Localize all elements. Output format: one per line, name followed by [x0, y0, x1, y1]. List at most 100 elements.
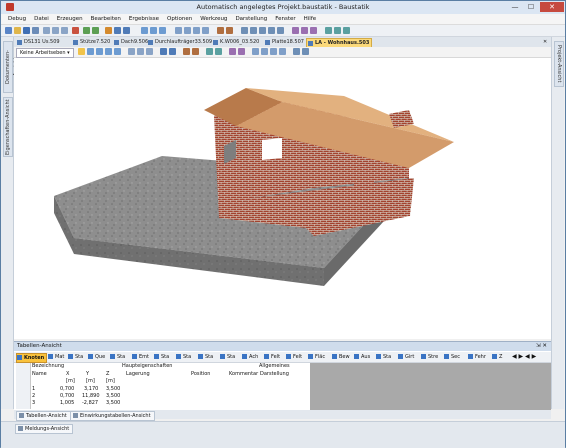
table-tab[interactable]: Ach	[242, 353, 258, 361]
view-side-icon[interactable]	[193, 27, 200, 34]
calculate-icon[interactable]	[105, 27, 112, 34]
table-tab[interactable]: Fehr	[468, 353, 486, 361]
layer-select[interactable]: Keine Arbeitseben ▾	[16, 48, 74, 58]
zoom-window-icon[interactable]	[105, 48, 112, 55]
right-view-icon[interactable]	[279, 48, 286, 55]
orbit-icon[interactable]	[169, 48, 176, 55]
table-tab[interactable]: Fläc	[308, 353, 325, 361]
table-tab[interactable]: Sta	[376, 353, 391, 361]
table-tab[interactable]: Sta	[176, 353, 191, 361]
menu-debug[interactable]: Debug	[4, 14, 30, 24]
copy-icon[interactable]	[52, 27, 59, 34]
table-tab[interactable]: Sta	[110, 353, 125, 361]
menu-darstellung[interactable]: Darstellung	[231, 14, 271, 24]
light-icon[interactable]	[192, 48, 199, 55]
close-button[interactable]: ✕	[540, 2, 564, 12]
cell-y[interactable]: 3,170	[84, 386, 98, 392]
column-header-z[interactable]: Z	[106, 371, 109, 378]
texture-icon[interactable]	[226, 27, 233, 34]
table-tab[interactable]: Bew	[332, 353, 350, 361]
column-header-position[interactable]: Position	[191, 371, 210, 378]
table-tab[interactable]: Aus	[354, 353, 370, 361]
column-header-lagerung[interactable]: Lagerung	[126, 371, 150, 378]
zoom-out-icon[interactable]	[96, 48, 103, 55]
results-icon[interactable]	[114, 27, 121, 34]
cell-x[interactable]: 1,005	[60, 400, 74, 406]
table-tab[interactable]: Mat	[48, 353, 64, 361]
table-tab[interactable]: Felt	[286, 353, 302, 361]
panel-pin-button[interactable]: ⇲ ✕	[536, 342, 547, 351]
wireframe-icon[interactable]	[137, 48, 144, 55]
cell-name[interactable]: 1	[32, 386, 35, 392]
column-header-y[interactable]: Y	[86, 371, 89, 378]
shaded-icon[interactable]	[146, 48, 153, 55]
cell-z[interactable]: 3,500	[106, 400, 120, 406]
view-cube-icon[interactable]	[128, 48, 135, 55]
3d-viewport[interactable]	[14, 58, 551, 339]
coordinate-icon[interactable]	[302, 48, 309, 55]
table-tab[interactable]: Z	[492, 353, 502, 361]
table-tab[interactable]: Stre	[421, 353, 438, 361]
minimize-button[interactable]: —	[507, 2, 523, 12]
grid-icon[interactable]	[301, 27, 308, 34]
column-header-darstellung[interactable]: Darstellung	[260, 371, 289, 378]
menu-werkzeug[interactable]: Werkzeug	[196, 14, 231, 24]
tab-scroll-arrows[interactable]: ◀ ▶ ◀ ▶	[512, 353, 536, 361]
cell-z[interactable]: 3,500	[106, 386, 120, 392]
dimension-icon[interactable]	[238, 48, 245, 55]
load-icon[interactable]	[277, 27, 284, 34]
view-top-icon[interactable]	[175, 27, 182, 34]
menu-hilfe[interactable]: Hilfe	[300, 14, 321, 24]
filter-icon[interactable]	[334, 27, 341, 34]
layer-icon[interactable]	[325, 27, 332, 34]
menu-fenster[interactable]: Fenster	[271, 14, 299, 24]
section-icon[interactable]	[206, 48, 213, 55]
tab-eigenschaften-ansicht[interactable]: Eigenschaften-Ansicht	[3, 97, 13, 157]
zoom-in-icon[interactable]	[87, 48, 94, 55]
table-tab-knoten[interactable]: Knoten	[16, 353, 48, 363]
menu-ergebnisse[interactable]: Ergebnisse	[125, 14, 163, 24]
table-tab[interactable]: Felt	[264, 353, 280, 361]
delete-icon[interactable]	[72, 27, 79, 34]
doc-tab[interactable]: K.W006_03.520	[212, 38, 261, 47]
menu-bearbeiten[interactable]: Bearbeiten	[87, 14, 125, 24]
cut-icon[interactable]	[43, 27, 50, 34]
cell-y[interactable]: -2,827	[82, 400, 98, 406]
front-view-icon[interactable]	[252, 48, 259, 55]
bar-icon[interactable]	[250, 27, 257, 34]
node-icon[interactable]	[241, 27, 248, 34]
view-iso-icon[interactable]	[202, 27, 209, 34]
back-view-icon[interactable]	[261, 48, 268, 55]
doc-tab[interactable]: DS131 Us.509	[16, 38, 62, 47]
area-icon[interactable]	[259, 27, 266, 34]
pan-icon[interactable]	[150, 27, 157, 34]
zoom-icon[interactable]	[141, 27, 148, 34]
rotate-icon[interactable]	[159, 27, 166, 34]
axis-icon[interactable]	[293, 48, 300, 55]
cell-y[interactable]: 11,890	[82, 393, 100, 399]
left-view-icon[interactable]	[270, 48, 277, 55]
print-icon[interactable]	[32, 27, 39, 34]
new-file-icon[interactable]	[5, 27, 12, 34]
cell-x[interactable]: 0,700	[60, 386, 74, 392]
maximize-button[interactable]: ☐	[523, 2, 539, 12]
clip-icon[interactable]	[215, 48, 222, 55]
paste-icon[interactable]	[61, 27, 68, 34]
navigate-icon[interactable]	[160, 48, 167, 55]
column-header-name[interactable]: Name	[32, 371, 47, 378]
label-icon[interactable]	[229, 48, 236, 55]
open-folder-icon[interactable]	[14, 27, 21, 34]
redo-icon[interactable]	[92, 27, 99, 34]
snap-icon[interactable]	[310, 27, 317, 34]
table-tab[interactable]: Sec	[444, 353, 460, 361]
render-icon[interactable]	[217, 27, 224, 34]
view-front-icon[interactable]	[184, 27, 191, 34]
tab-meldungs-ansicht[interactable]: Meldungs-Ansicht	[15, 424, 74, 434]
doc-tab[interactable]: Stütze7.520	[72, 38, 112, 47]
cell-name[interactable]: 2	[32, 393, 35, 399]
table-tab[interactable]: Emt	[132, 353, 149, 361]
table-tab[interactable]: Sta	[198, 353, 213, 361]
support-icon[interactable]	[268, 27, 275, 34]
select-icon[interactable]	[343, 27, 350, 34]
cell-name[interactable]: 3	[32, 400, 35, 406]
